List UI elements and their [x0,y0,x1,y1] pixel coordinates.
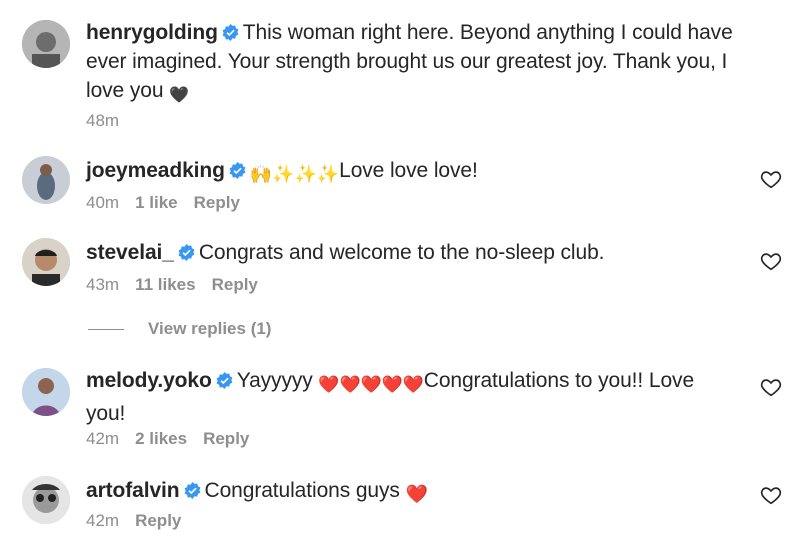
comment-artofalvin: artofalvin Congratulations guys ❤️ 42m Rep… [22,476,782,536]
divider-line [88,329,124,331]
comment-henrygolding: henrygolding This woman right here. Beyon… [22,18,782,133]
reply-button[interactable]: Reply [212,275,258,294]
avatar[interactable] [22,238,70,286]
heart-outline-icon[interactable] [760,250,782,272]
avatar[interactable] [22,476,70,524]
timestamp: 42m [86,429,120,448]
likes-count[interactable]: 2 likes [135,429,187,448]
comment-body: joeymeadking 🙌✨✨✨Love love love! [86,156,736,189]
verified-badge-icon [222,24,239,41]
heart-outline-icon[interactable] [760,376,782,398]
view-replies-label: View replies (1) [148,319,272,338]
reply-button[interactable]: Reply [135,511,181,530]
username[interactable]: stevelai_ [86,241,174,264]
username[interactable]: henrygolding [86,21,218,44]
avatar[interactable] [22,156,70,204]
avatar[interactable] [22,20,70,68]
verified-badge-icon [216,372,233,389]
timestamp: 40m [86,193,120,212]
red-heart-emoji: ❤️ [405,484,428,504]
comment-text: Congrats and welcome to the no-sleep clu… [198,241,605,264]
comment-melody-yoko: melody.yoko Yayyyyy ❤️❤️❤️❤️❤️Congratulat… [22,366,782,456]
comment-meta: 40m 1 like Reply [86,192,256,214]
username[interactable]: melody.yoko [86,369,212,392]
heart-outline-icon[interactable] [760,484,782,506]
timestamp: 48m [86,111,120,130]
comment-text: Congratulations guys [204,479,400,502]
comment-meta: 43m 11 likes Reply [86,274,274,296]
comment-meta: 48m [86,110,135,132]
comment-text: Love love love! [339,159,478,182]
verified-badge-icon [184,482,200,499]
black-heart-emoji: 🖤 [169,87,189,104]
heart-outline-icon[interactable] [760,168,782,190]
comment-body: melody.yoko Yayyyyy ❤️❤️❤️❤️❤️Congratulat… [86,366,736,428]
username[interactable]: artofalvin [86,479,180,502]
timestamp: 43m [86,275,120,294]
verified-badge-icon [229,162,246,179]
username[interactable]: joeymeadking [86,159,225,182]
likes-count[interactable]: 11 likes [135,275,196,294]
comment-text-start: Yayyyyy [236,369,313,392]
likes-count[interactable]: 1 like [135,193,178,212]
reply-button[interactable]: Reply [203,429,249,448]
comment-meta: 42m Reply [86,510,197,532]
comment-meta: 42m 2 likes Reply [86,428,265,450]
comment-stevelai: stevelai_ Congrats and welcome to the no-… [22,238,782,298]
comment-body: artofalvin Congratulations guys ❤️ [86,476,736,509]
timestamp: 42m [86,511,120,530]
comment-joeymeadking: joeymeadking 🙌✨✨✨Love love love! 40m 1 lik… [22,156,782,216]
reply-button[interactable]: Reply [194,193,240,212]
comment-body: stevelai_ Congrats and welcome to the no-… [86,238,736,267]
raised-hands-sparkles-emoji: 🙌✨✨✨ [249,164,340,184]
view-replies-button[interactable]: View replies (1) [88,318,488,340]
avatar[interactable] [22,368,70,416]
comment-body: henrygolding This woman right here. Beyon… [86,18,736,110]
red-hearts-emoji: ❤️❤️❤️❤️❤️ [318,375,424,394]
verified-badge-icon [178,244,195,261]
